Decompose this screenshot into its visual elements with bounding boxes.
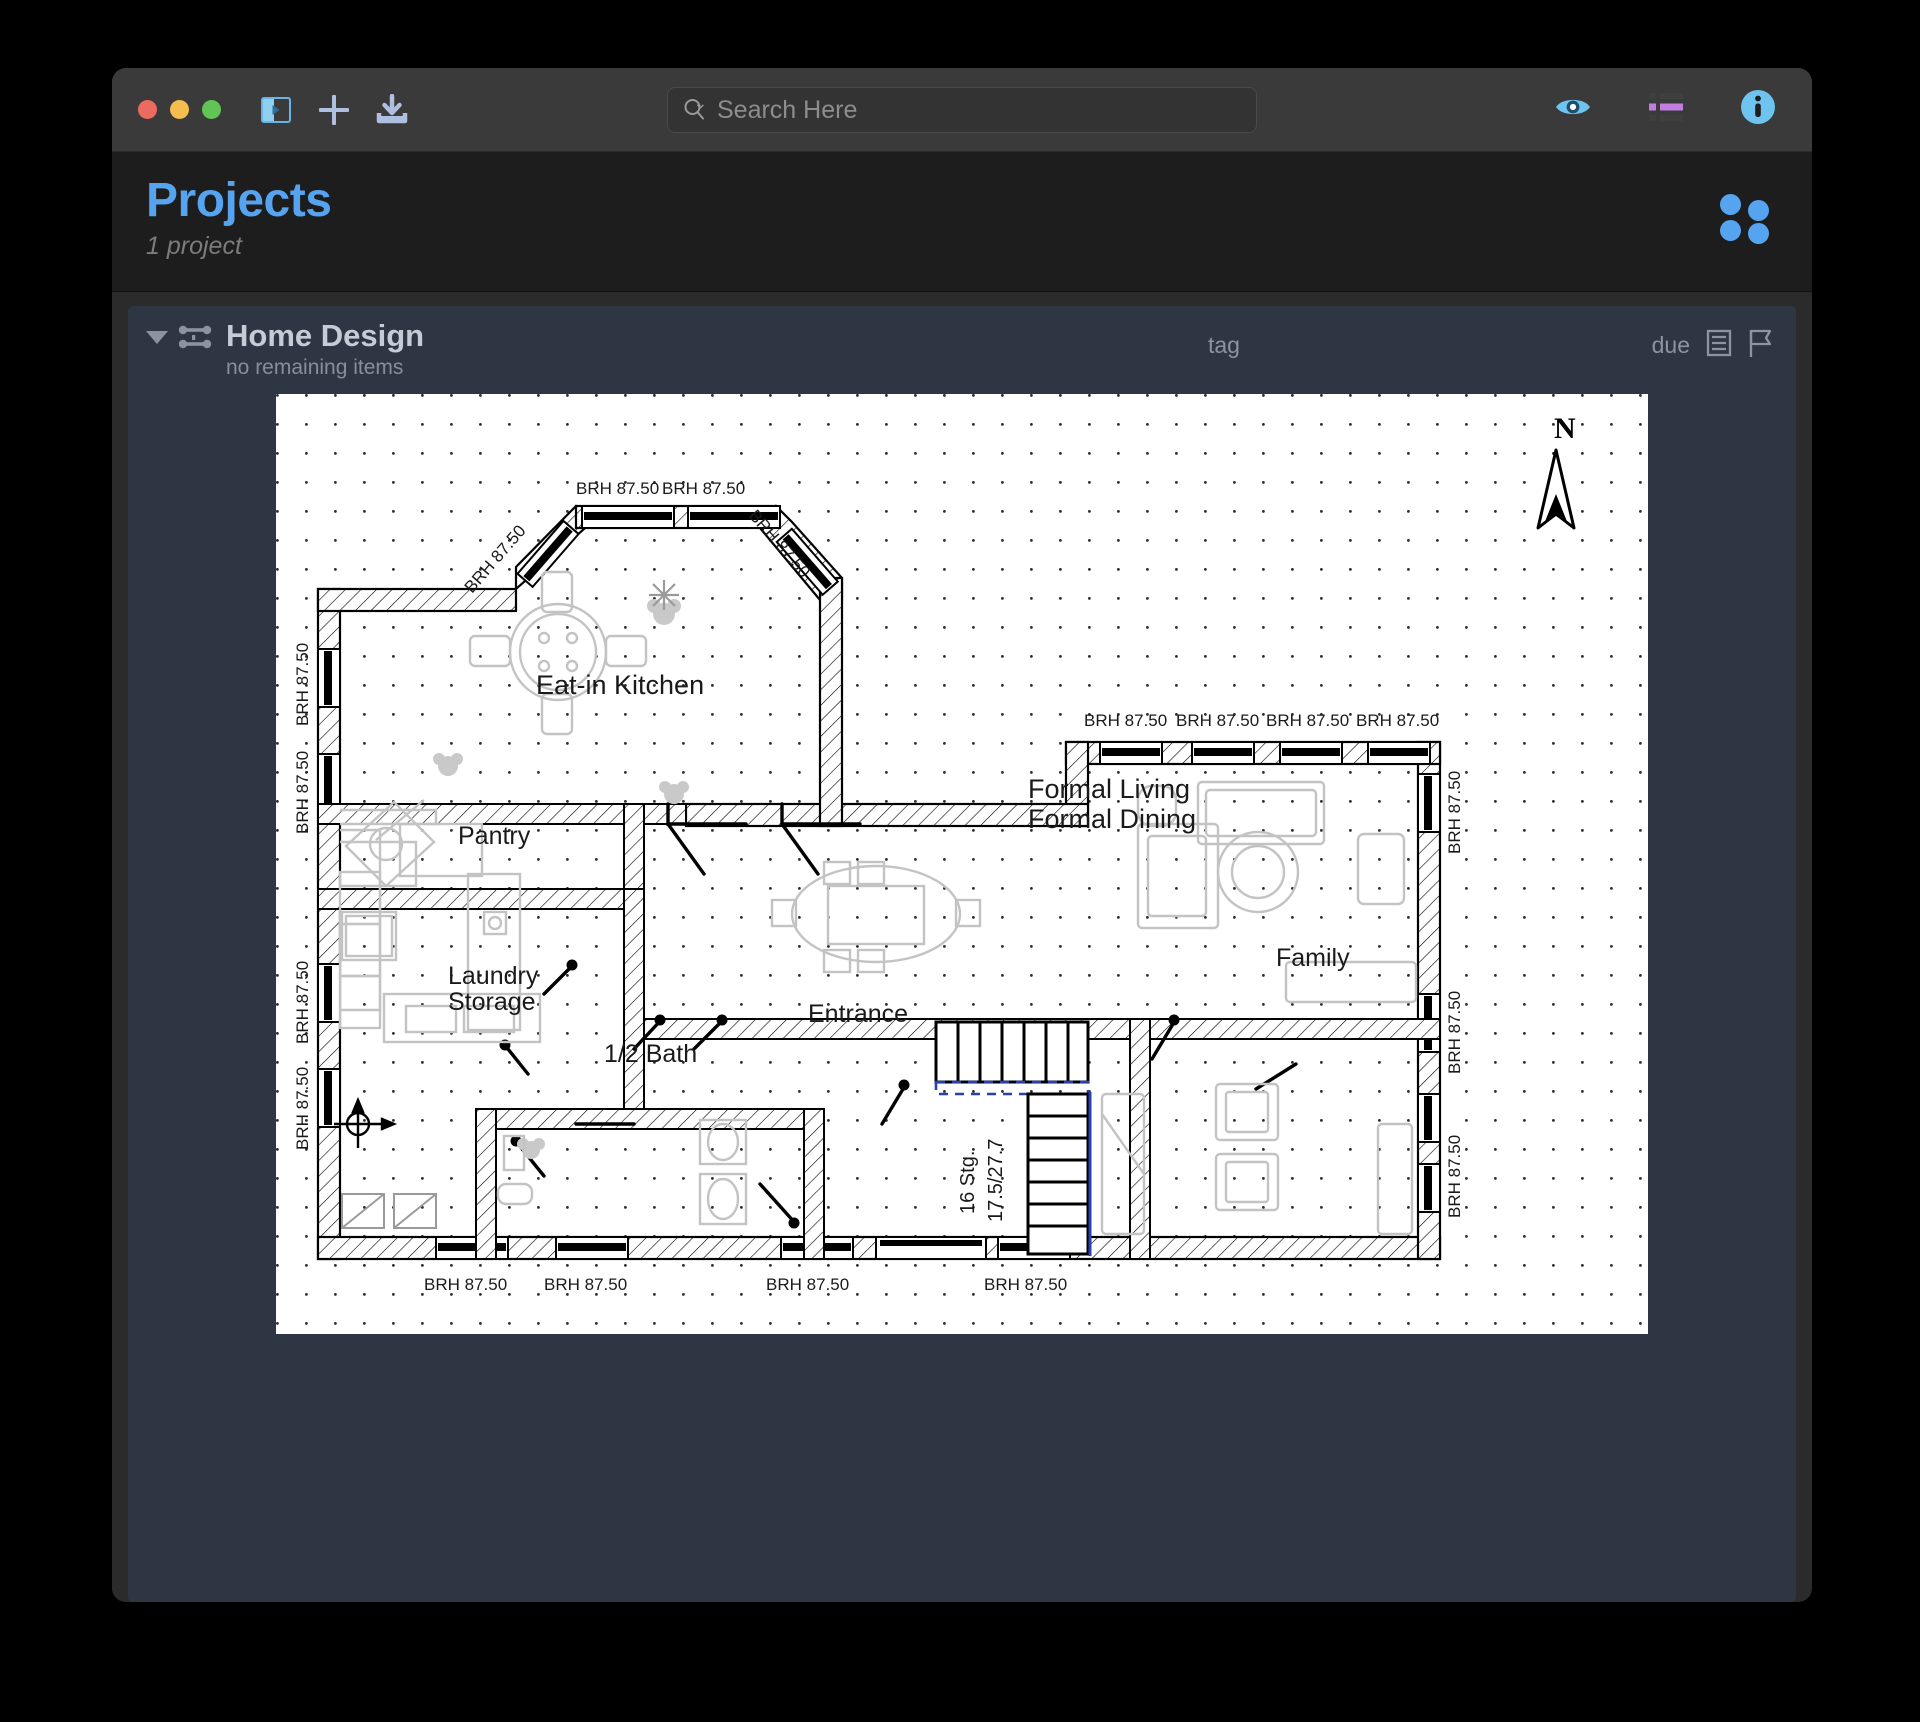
toolbar [112,68,1812,152]
room-label: Pantry [458,822,531,850]
window-label: BRH 87.50 [1084,711,1167,730]
search-icon [682,97,708,123]
window-label: BRH 87.50 [1445,771,1464,854]
add-project-button[interactable] [311,87,357,133]
window-label: BRH 87.50 [424,1275,507,1294]
import-button[interactable] [369,87,415,133]
content-area: Home Design no remaining items tag due [112,292,1812,1602]
window-label: BRH 87.50 [293,643,312,726]
window-label: BRH 87.50 [1266,711,1349,730]
room-label: Formal Living [1028,774,1190,804]
stair-label: 16 Stg. [957,1151,979,1214]
dot-icon [1748,223,1769,244]
sidebar-toggle-button[interactable] [253,87,299,133]
traffic-light-buttons [138,100,221,119]
window-label: BRH 87.50 [1176,711,1259,730]
floor-plan-canvas[interactable]: N Eat-in Kitchen Formal Living Formal Di… [276,394,1648,1334]
project-card: Home Design no remaining items tag due [128,306,1796,1602]
grid-view-button[interactable] [1720,194,1772,242]
window-label: BRH 87.50 [1445,991,1464,1074]
due-group: due [1652,328,1774,363]
window-label: BRH 87.50 [662,479,745,498]
toolbar-right-icons [1554,89,1786,130]
plus-icon [319,95,349,125]
window-label: BRH 87.50 [293,961,312,1044]
app-window: Projects 1 project [112,68,1812,1602]
window-label: BRH 87.50 [1356,711,1439,730]
filter-button[interactable] [1646,90,1686,129]
tag-field[interactable]: tag [1208,332,1240,359]
notes-button[interactable] [1706,329,1732,362]
flag-button[interactable] [1748,328,1774,363]
dot-icon [1720,194,1741,215]
search-input[interactable] [717,96,1242,125]
minimize-window-button[interactable] [170,100,189,119]
room-label: Family [1276,944,1350,972]
window-label: BRH 87.50 [1445,1135,1464,1218]
window-label: BRH 87.50 [766,1275,849,1294]
sidebar-icon [261,97,291,123]
project-title-block: Home Design no remaining items [226,318,424,380]
search-container [667,87,1257,133]
project-name: Home Design [226,318,424,354]
room-label: 1/2 Bath [604,1040,697,1068]
room-label: Eat-in Kitchen [536,670,704,700]
flag-icon [1748,328,1774,358]
import-icon [375,94,409,126]
room-label: Laundry [448,962,539,990]
stair-label: 17.5/27.7 [985,1139,1007,1222]
info-button[interactable] [1740,89,1776,130]
svg-text:N: N [1554,412,1576,445]
page-title: Projects [146,176,1778,226]
projects-header: Projects 1 project [112,152,1812,292]
window-label: BRH 87.50 [576,479,659,498]
room-label: Formal Dining [1028,804,1196,834]
info-icon [1740,89,1776,125]
note-icon [1706,329,1732,357]
search-box[interactable] [667,87,1257,133]
list-filter-icon [1646,90,1686,124]
zoom-window-button[interactable] [202,100,221,119]
project-structure-icon [178,324,212,355]
disclosure-triangle-icon[interactable] [146,331,168,344]
window-label: BRH 87.50 [293,751,312,834]
due-field[interactable]: due [1652,332,1690,359]
dot-icon [1720,220,1741,241]
floor-plan-drawing: N Eat-in Kitchen Formal Living Formal Di… [276,394,1648,1334]
close-window-button[interactable] [138,100,157,119]
project-count-label: 1 project [146,232,1778,261]
dot-icon [1748,200,1769,221]
project-header-row[interactable]: Home Design no remaining items tag due [128,306,1796,394]
view-toggle-button[interactable] [1554,94,1592,125]
window-label: BRH 87.50 [544,1275,627,1294]
room-label: Storage [448,988,536,1016]
window-label: BRH 87.50 [293,1067,312,1150]
eye-icon [1554,94,1592,120]
window-label: BRH 87.50 [984,1275,1067,1294]
room-label: Entrance [808,1000,908,1028]
project-remaining-items: no remaining items [226,356,424,380]
